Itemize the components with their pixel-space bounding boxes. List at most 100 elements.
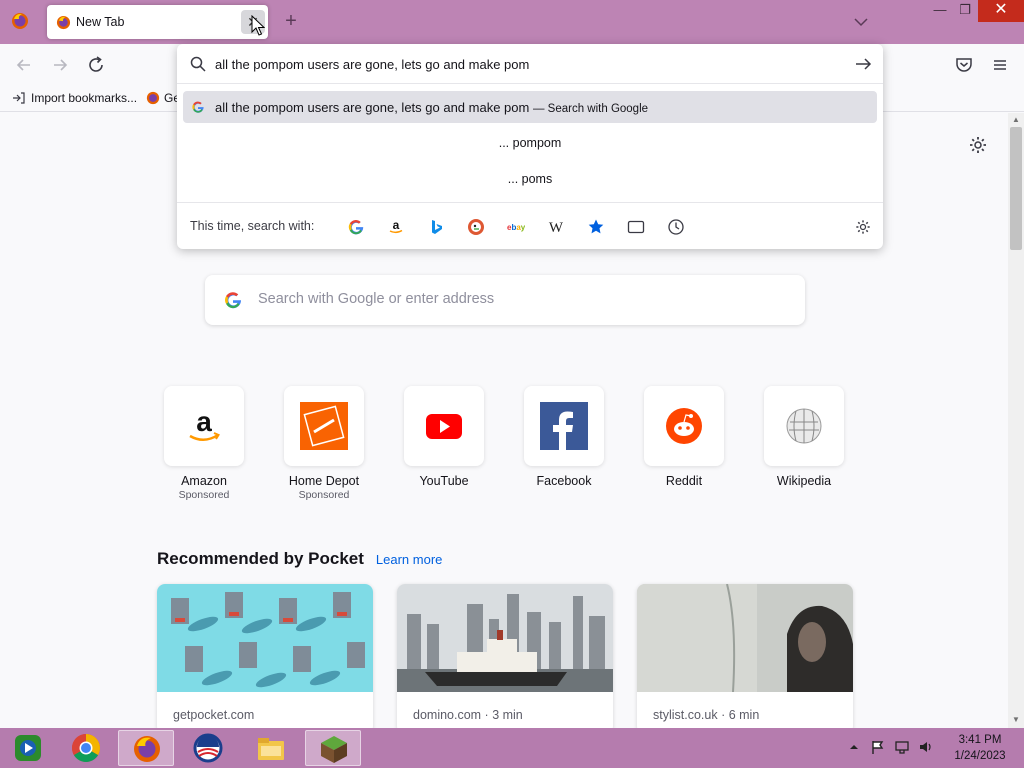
pocket-card[interactable]: stylist.co.uk · 6 min	[637, 584, 853, 728]
personalize-settings-gear-icon[interactable]	[966, 133, 990, 157]
import-icon	[13, 92, 25, 104]
wikipedia-icon[interactable]: W	[547, 218, 565, 236]
system-clock[interactable]: 3:41 PM 1/24/2023	[940, 732, 1020, 764]
bookmark-item[interactable]: Ge	[146, 91, 180, 105]
hamburger-menu-icon[interactable]	[988, 53, 1012, 77]
close-window-button[interactable]: ✕	[978, 0, 1024, 22]
tail-suggestion[interactable]: ... pompom	[177, 136, 883, 150]
tail-suggestion[interactable]: ... poms	[177, 172, 883, 186]
card-source: getpocket.com	[173, 708, 255, 722]
firefox-favicon-icon	[56, 15, 71, 30]
media-center-icon	[15, 735, 41, 761]
svg-text:ebay: ebay	[507, 223, 525, 232]
facebook-logo-icon	[540, 402, 588, 450]
file-explorer-icon	[258, 738, 284, 760]
urlbar-input[interactable]: all the pompom users are gone, lets go a…	[177, 44, 883, 84]
suggestion-hint: — Search with Google	[532, 103, 649, 115]
bookmarks-star-icon[interactable]	[587, 218, 605, 236]
top-site-name: Home Depot	[288, 474, 360, 488]
taskbar-minecraft[interactable]	[305, 730, 361, 766]
taskbar-media-center[interactable]	[0, 730, 56, 766]
top-site-name: Wikipedia	[776, 474, 832, 488]
bing-icon[interactable]	[427, 218, 445, 236]
windows-taskbar: 3:41 PM 1/24/2023	[0, 728, 1024, 768]
wikipedia-globe-icon	[786, 408, 822, 444]
svg-text:W: W	[549, 220, 564, 236]
pocket-heading: Recommended by Pocket	[157, 549, 364, 568]
google-icon	[192, 101, 204, 113]
suggestion-text: all the pompom users are gone, lets go a…	[215, 100, 530, 115]
search-placeholder: Search with Google or enter address	[258, 291, 495, 307]
history-icon[interactable]	[667, 218, 685, 236]
maximize-button[interactable]: ❐	[951, 0, 979, 22]
tabs-icon[interactable]	[627, 218, 645, 236]
go-arrow-icon[interactable]	[853, 54, 873, 74]
system-tray	[846, 739, 934, 755]
top-site-home-depot[interactable]: Home Depot Sponsored	[276, 386, 372, 501]
one-off-search-bar: This time, search with: a ebay W	[177, 202, 883, 249]
card-image-robots	[157, 584, 373, 692]
page-search-box[interactable]: Search with Google or enter address	[205, 275, 805, 325]
new-tab-button[interactable]: +	[280, 10, 302, 32]
google-icon[interactable]	[347, 218, 365, 236]
scrollbar-thumb[interactable]	[1010, 127, 1022, 250]
home-depot-logo-icon	[300, 402, 348, 450]
forward-arrow-icon[interactable]	[48, 53, 72, 77]
volume-icon[interactable]	[918, 739, 934, 755]
sponsored-label: Sponsored	[178, 489, 230, 501]
taskbar-chrome[interactable]	[58, 730, 114, 766]
one-off-label: This time, search with:	[190, 219, 315, 233]
show-hidden-icons-chevron-icon[interactable]	[846, 739, 862, 755]
import-bookmarks-item[interactable]: Import bookmarks...	[12, 91, 137, 105]
obama-logo-icon	[193, 733, 223, 763]
top-site-name: YouTube	[419, 474, 469, 488]
reddit-logo-icon	[666, 408, 702, 444]
firefox-favicon-icon	[146, 91, 160, 105]
taskbar-obama-logo[interactable]	[180, 730, 236, 766]
back-arrow-icon[interactable]	[12, 53, 36, 77]
top-site-name: Facebook	[536, 474, 592, 488]
top-site-reddit[interactable]: Reddit	[636, 386, 732, 488]
amazon-logo-icon: a	[189, 406, 220, 441]
urlbar-dropdown: all the pompom users are gone, lets go a…	[177, 44, 883, 249]
taskbar-firefox[interactable]	[118, 730, 174, 766]
ebay-icon[interactable]: ebay	[507, 218, 525, 236]
svg-text:a: a	[393, 218, 400, 232]
tab-strip: New Tab ✕ + — ❐ ✕	[0, 0, 1024, 44]
duckduckgo-icon[interactable]	[467, 218, 485, 236]
firefox-menu-icon[interactable]	[10, 11, 30, 31]
amazon-icon[interactable]: a	[387, 218, 405, 236]
pocket-card[interactable]: getpocket.com	[157, 584, 373, 728]
list-all-tabs-chevron-icon[interactable]	[851, 12, 871, 32]
scroll-down-arrow-icon[interactable]: ▼	[1010, 714, 1022, 726]
firefox-icon	[134, 736, 160, 762]
search-settings-gear-icon[interactable]	[853, 217, 873, 237]
minimize-button[interactable]: —	[926, 0, 954, 22]
mouse-cursor-icon	[251, 15, 265, 36]
tab-new-tab[interactable]: New Tab ✕	[47, 5, 268, 39]
pocket-card[interactable]: domino.com · 3 min	[397, 584, 613, 728]
top-site-name: Reddit	[665, 474, 703, 488]
learn-more-link[interactable]: Learn more	[376, 552, 442, 567]
google-logo-icon	[225, 292, 242, 309]
urlbar-text: all the pompom users are gone, lets go a…	[215, 57, 530, 72]
clock-date: 1/24/2023	[954, 750, 1006, 762]
action-center-flag-icon[interactable]	[870, 739, 886, 755]
sponsored-label: Sponsored	[298, 489, 350, 501]
top-site-youtube[interactable]: YouTube	[396, 386, 492, 488]
taskbar-file-explorer[interactable]	[243, 730, 299, 766]
pocket-header: Recommended by Pocket Learn more	[157, 549, 442, 569]
search-icon	[190, 56, 206, 72]
scroll-up-arrow-icon[interactable]: ▲	[1010, 114, 1022, 126]
reload-icon[interactable]	[84, 53, 108, 77]
card-source: domino.com · 3 min	[413, 708, 523, 722]
search-suggestion-selected[interactable]: all the pompom users are gone, lets go a…	[183, 91, 877, 123]
card-source: stylist.co.uk · 6 min	[653, 708, 760, 722]
youtube-logo-icon	[426, 414, 462, 439]
network-icon[interactable]	[894, 739, 910, 755]
top-site-facebook[interactable]: Facebook	[516, 386, 612, 488]
pocket-icon[interactable]	[952, 53, 976, 77]
top-site-amazon[interactable]: a Amazon Sponsored	[156, 386, 252, 501]
svg-text:a: a	[196, 406, 212, 437]
top-site-wikipedia[interactable]: Wikipedia	[756, 386, 852, 488]
